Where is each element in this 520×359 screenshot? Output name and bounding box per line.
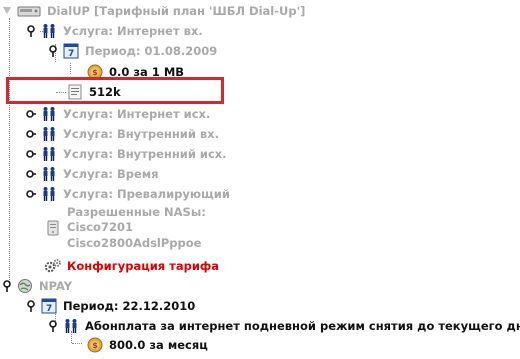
tree-node-service-prevailing[interactable]: Услуга: Превалирующий <box>26 184 230 203</box>
collapse-toggle[interactable] <box>48 44 58 57</box>
nas-item: Cisco2800AdslPppoe <box>67 235 202 250</box>
node-label: Услуга: Превалирующий <box>63 186 230 201</box>
tree-line <box>72 343 82 344</box>
node-label: Услуга: Интернет исх. <box>63 106 211 121</box>
node-label: Услуга: Время <box>63 166 159 181</box>
expand-toggle[interactable] <box>2 5 12 17</box>
collapse-toggle[interactable] <box>26 24 36 37</box>
server-icon <box>44 220 62 236</box>
tree-node-service-time[interactable]: Услуга: Время <box>26 164 159 183</box>
tree-node-period-2[interactable]: 7 Период: 22.12.2010 <box>26 296 195 315</box>
coin-icon: $ <box>86 337 104 353</box>
svg-text:$: $ <box>92 341 98 350</box>
service-icon <box>40 126 58 142</box>
collapse-toggle[interactable] <box>26 299 36 312</box>
tree-node-service-internal-in[interactable]: Услуга: Внутренний вх. <box>26 124 219 143</box>
tree-node-service-internal-out[interactable]: Услуга: Внутренний исх. <box>26 144 227 163</box>
gears-icon <box>44 258 62 274</box>
tree-line <box>70 63 71 74</box>
node-label: Услуга: Внутренний вх. <box>63 126 219 141</box>
tree-node-npay[interactable]: NPAY <box>2 276 72 295</box>
nas-header: Разрешенные NASы: <box>67 204 206 219</box>
tree-node-subscription[interactable]: Абонплата за интернет подневной режим сн… <box>48 316 520 335</box>
tree-node-512k[interactable]: 512k <box>66 82 121 101</box>
tree-node-price-1[interactable]: $ 0.0 за 1 MB <box>86 62 184 81</box>
node-label: DialUP [Тарифный план 'ШБЛ Dial-Up'] <box>47 3 306 18</box>
collapse-toggle[interactable] <box>48 319 58 332</box>
tree-node-price-2[interactable]: $ 800.0 за месяц <box>86 335 208 354</box>
expand-toggle[interactable] <box>26 148 36 160</box>
node-label: Услуга: Внутренний исх. <box>63 146 227 161</box>
node-label: Конфигурация тарифа <box>67 258 220 273</box>
svg-text:7: 7 <box>46 304 52 314</box>
tariff-tree: DialUP [Тарифный план 'ШБЛ Dial-Up'] Усл… <box>0 0 520 359</box>
coin-icon: $ <box>86 64 104 80</box>
tree-line <box>56 92 66 93</box>
tree-node-tariff-config[interactable]: Конфигурация тарифа <box>44 256 219 275</box>
service-icon <box>40 23 58 39</box>
node-label: 800.0 за месяц <box>109 337 208 352</box>
expand-toggle[interactable] <box>26 128 36 140</box>
expand-toggle[interactable] <box>26 108 36 120</box>
node-label: Период: 22.12.2010 <box>63 298 196 313</box>
tree-node-service-internet-in[interactable]: Услуга: Интернет вх. <box>26 21 203 40</box>
tree-node-service-internet-out[interactable]: Услуга: Интернет исх. <box>26 104 210 123</box>
node-label: 0.0 за 1 MB <box>109 64 185 79</box>
expand-toggle[interactable] <box>26 188 36 200</box>
tree-line <box>9 18 10 286</box>
node-label: 512k <box>89 84 121 99</box>
document-icon <box>66 84 84 100</box>
globe-icon <box>16 278 34 294</box>
service-icon <box>40 166 58 182</box>
tree-node-nas[interactable]: Разрешенные NASы: Cisco7201 Cisco2800Ads… <box>44 204 206 252</box>
node-label: Период: 01.08.2009 <box>85 43 218 58</box>
svg-text:$: $ <box>92 68 98 77</box>
node-label: NPAY <box>39 278 73 293</box>
service-icon <box>40 186 58 202</box>
nas-item: Cisco7201 <box>67 220 133 235</box>
expand-toggle[interactable] <box>26 168 36 180</box>
service-icon <box>40 106 58 122</box>
modem-icon <box>16 3 42 19</box>
service-icon <box>62 318 80 334</box>
collapse-toggle[interactable] <box>2 279 12 292</box>
calendar-icon: 7 <box>40 298 58 314</box>
svg-text:7: 7 <box>68 49 74 59</box>
calendar-icon: 7 <box>62 43 80 59</box>
nas-list: Разрешенные NASы: Cisco7201 Cisco2800Ads… <box>67 205 206 252</box>
service-icon <box>40 146 58 162</box>
node-label: Услуга: Интернет вх. <box>63 23 203 38</box>
tree-node-period-1[interactable]: 7 Период: 01.08.2009 <box>48 41 217 60</box>
tree-node-dialup[interactable]: DialUP [Тарифный план 'ШБЛ Dial-Up'] <box>2 1 305 20</box>
node-label: Абонплата за интернет подневной режим сн… <box>85 318 520 333</box>
